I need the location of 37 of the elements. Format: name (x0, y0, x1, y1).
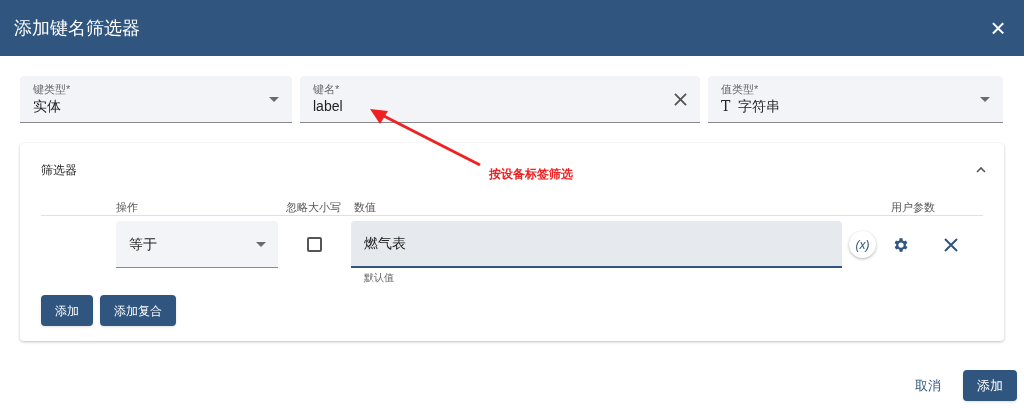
settings-icon[interactable] (892, 235, 910, 254)
collapse-icon[interactable] (976, 167, 986, 173)
add-button[interactable]: 添加复合 (100, 295, 176, 326)
field-value: 等于 (129, 234, 157, 254)
column-header: 忽略大小写 (286, 200, 342, 215)
select-field[interactable]: 值类型* T 字符串 (708, 76, 1003, 123)
dropdown-caret-icon (980, 96, 990, 102)
cancel-button[interactable]: 取消 (915, 375, 941, 396)
field-label: 值类型* (721, 81, 760, 96)
remove-button[interactable] (944, 237, 958, 252)
close-button[interactable]: × (986, 15, 1010, 41)
field-hint: 默认值 (363, 271, 395, 285)
add-button[interactable]: 添加 (41, 295, 93, 326)
field-value: 实体 (33, 97, 61, 116)
dialog-title: 添加键名筛选器 (14, 16, 140, 40)
checkbox[interactable] (307, 237, 322, 252)
input-field[interactable]: 键名* label (300, 76, 700, 123)
annotation-text: 按设备标签筛选 (489, 166, 573, 183)
close-icon[interactable] (674, 92, 687, 106)
select-field[interactable]: 键类型* 实体 (20, 76, 292, 123)
column-header: 操作 (116, 200, 139, 215)
field-value: label (313, 97, 343, 116)
section-title: 筛选器 (41, 162, 77, 179)
close-icon (944, 237, 958, 252)
field-label: 键名* (313, 82, 341, 96)
dropdown-caret-icon (269, 96, 279, 102)
field-value: 燃气表 (364, 234, 406, 253)
text-type-icon: T (721, 95, 731, 117)
dropdown-caret-icon (256, 241, 266, 247)
field-label: 键类型* (33, 82, 71, 96)
field-value: 字符串 (738, 97, 781, 116)
column-header: 用户参数 (891, 200, 935, 215)
select-field[interactable]: 等于 (116, 221, 278, 268)
input-field[interactable]: 燃气表 (351, 221, 842, 268)
submit-button[interactable]: 添加 (963, 370, 1017, 401)
variable-button[interactable]: (x) (849, 231, 876, 258)
column-header: 数值 (354, 200, 377, 215)
